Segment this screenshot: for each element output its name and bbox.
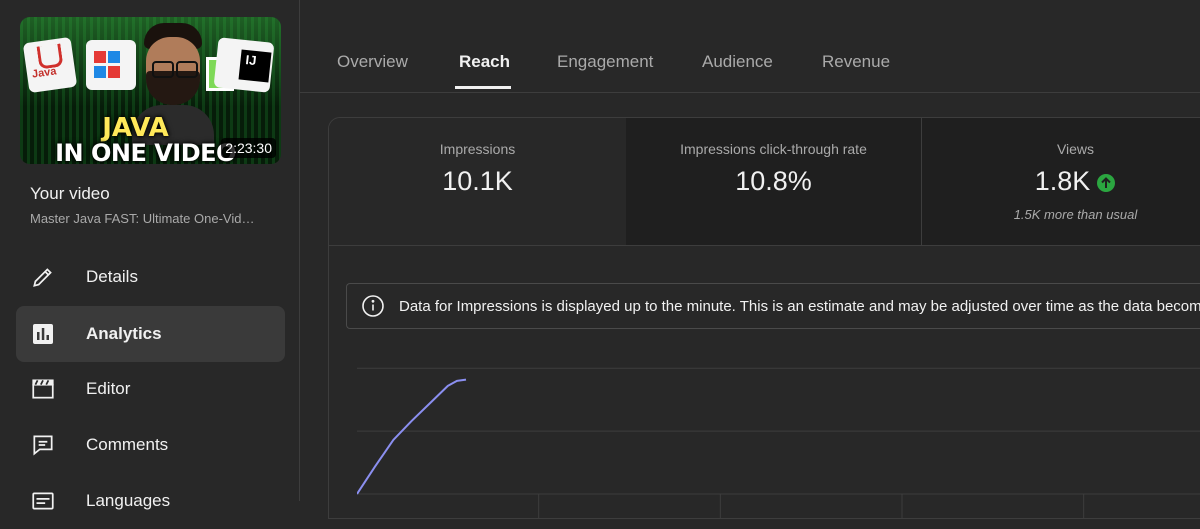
sidebar-item-editor[interactable]: Editor — [16, 361, 285, 417]
sidebar-item-analytics[interactable]: Analytics — [16, 306, 285, 362]
tab-engagement[interactable]: Engagement — [557, 52, 653, 72]
video-title[interactable]: Master Java FAST: Ultimate One-Vid… — [30, 211, 280, 226]
impressions-chart[interactable] — [357, 358, 1200, 518]
sidebar-item-label: Languages — [86, 491, 171, 510]
metric-value: 10.8% — [735, 166, 812, 196]
metric-comparison: 1.5K more than usual — [1013, 207, 1138, 222]
intellij-logo: IJ — [238, 49, 272, 83]
sidebar-item-label: Editor — [86, 379, 131, 398]
metric-impressions[interactable]: Impressions 10.1K — [329, 118, 627, 246]
sidebar-item-languages[interactable]: Languages — [16, 473, 285, 529]
metric-label: Views — [1056, 141, 1095, 157]
metric-views[interactable]: Views 1.8K 1.5K more than usual — [922, 118, 1200, 246]
impressions-series-line — [357, 378, 467, 495]
clapperboard-icon — [30, 376, 56, 402]
metric-ctr[interactable]: Impressions click-through rate 10.8% — [626, 118, 922, 246]
video-duration: 2:23:30 — [221, 138, 276, 158]
your-video-label: Your video — [30, 184, 110, 203]
tab-overview[interactable]: Overview — [337, 52, 408, 72]
tab-audience[interactable]: Audience — [702, 52, 773, 72]
sidebar-item-comments[interactable]: Comments — [16, 417, 285, 473]
blocks-icon — [92, 49, 132, 85]
impressions-notice: Data for Impressions is displayed up to … — [346, 283, 1200, 329]
sidebar-item-label: Details — [86, 267, 138, 286]
main-content: Overview Reach Engagement Audience Reven… — [300, 0, 1200, 519]
metric-value-row: 1.8K — [922, 166, 1200, 197]
comment-icon — [30, 432, 56, 458]
sidebar: Java IJ JAVA IN ONE VIDEO 2:23:30 Your v… — [0, 0, 300, 510]
analytics-icon — [30, 321, 56, 347]
analytics-tabs: Overview Reach Engagement Audience Reven… — [300, 0, 1200, 93]
reach-card: Impressions 10.1K Impressions click-thro… — [328, 117, 1200, 519]
video-thumbnail[interactable]: Java IJ JAVA IN ONE VIDEO 2:23:30 — [20, 17, 281, 164]
tab-reach[interactable]: Reach — [459, 52, 510, 72]
sidebar-item-label: Analytics — [86, 324, 162, 343]
sidebar-item-details[interactable]: Details — [16, 249, 285, 305]
sidebar-item-label: Comments — [86, 435, 169, 454]
metric-label: Impressions click-through rate — [680, 141, 867, 157]
metric-value: 10.1K — [442, 166, 513, 196]
arrow-up-circle-icon — [1097, 173, 1116, 192]
metric-value: 1.8K — [1034, 166, 1091, 196]
notice-text: Data for Impressions is displayed up to … — [399, 297, 1200, 315]
languages-icon — [30, 488, 56, 514]
pencil-icon — [30, 264, 56, 290]
tab-revenue[interactable]: Revenue — [822, 52, 890, 72]
info-icon — [362, 295, 384, 317]
active-tab-indicator — [455, 86, 511, 89]
metric-label: Impressions — [439, 141, 516, 157]
